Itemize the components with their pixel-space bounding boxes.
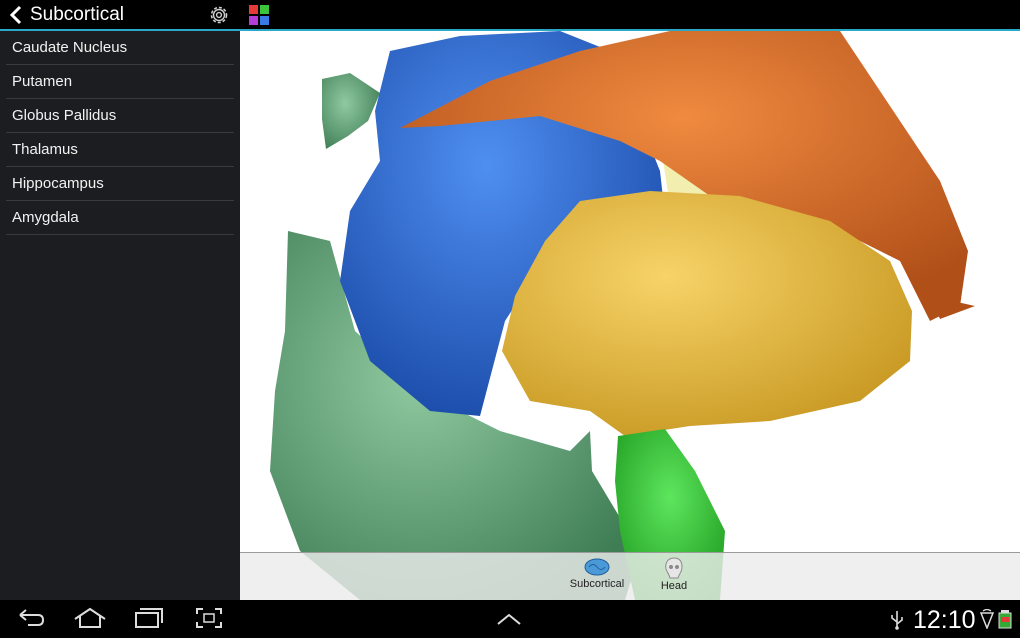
tab-subcortical-label: Subcortical (569, 578, 625, 590)
brain-icon (584, 558, 610, 576)
page-title: Subcortical (30, 4, 124, 25)
recent-apps-icon[interactable] (134, 607, 164, 629)
tab-head[interactable]: Head (654, 556, 694, 592)
system-nav-bar: 12:10 (0, 600, 1020, 638)
back-icon[interactable] (16, 607, 46, 629)
list-item-amygdala[interactable]: Amygdala (6, 201, 234, 235)
color-grid-icon[interactable] (249, 5, 269, 25)
tab-head-label: Head (660, 580, 688, 592)
structure-list-panel: Caudate Nucleus Putamen Globus Pallidus … (0, 31, 240, 600)
skull-icon (665, 557, 683, 579)
list-item-thalamus[interactable]: Thalamus (6, 133, 234, 167)
home-icon[interactable] (73, 607, 107, 629)
list-item-globus-pallidus[interactable]: Globus Pallidus (6, 99, 234, 133)
list-item-caudate-nucleus[interactable]: Caudate Nucleus (6, 31, 234, 65)
action-bar: Subcortical (0, 0, 1020, 31)
list-item-hippocampus[interactable]: Hippocampus (6, 167, 234, 201)
screenshot-icon[interactable] (195, 607, 223, 629)
signal-icon (979, 609, 995, 629)
battery-icon (998, 610, 1012, 629)
bottom-tab-bar: Subcortical Head (240, 552, 1020, 600)
tab-subcortical[interactable]: Subcortical (562, 556, 632, 590)
back-arrow-icon[interactable] (8, 4, 24, 26)
3d-viewer[interactable]: Subcortical Head (240, 31, 1020, 600)
gear-icon[interactable] (207, 3, 231, 27)
list-item-putamen[interactable]: Putamen (6, 65, 234, 99)
chevron-up-icon[interactable] (496, 612, 522, 626)
brain-model[interactable] (240, 31, 1020, 600)
usb-icon (891, 611, 903, 630)
clock: 12:10 (913, 606, 976, 634)
